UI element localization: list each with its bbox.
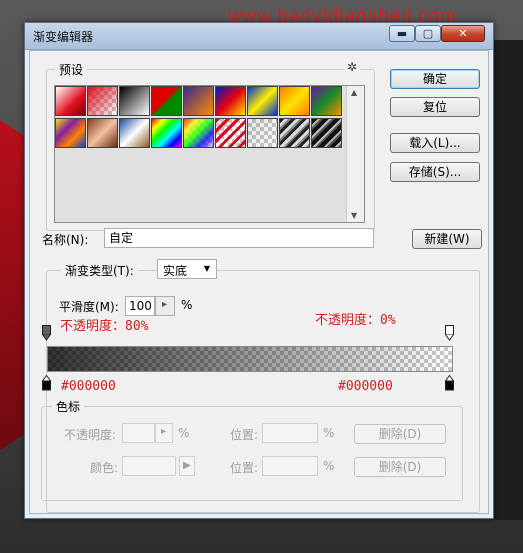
stop-location-unit-2: % [323,459,335,473]
maximize-button[interactable]: ▢ [415,25,441,42]
color-stops-title: 色标 [52,398,85,415]
preset-swatch-fill [216,119,245,147]
preset-swatch-chrome[interactable] [119,118,150,148]
preset-swatch-blue-yellow-blue[interactable] [247,86,278,116]
delete-stop-button-2[interactable]: 删除(D) [354,457,446,477]
arrow-right-icon: ▸ [162,299,168,310]
preset-swatch-yellow-violet-orange-blue[interactable] [55,118,86,148]
background-panel-edge [493,40,523,520]
preset-swatch-fill [184,119,213,147]
preset-swatch-orange-yellow-orange[interactable] [279,86,310,116]
ok-button[interactable]: 确定 [390,69,480,89]
presets-list: ▲ ▼ [54,85,365,223]
annotation-left-color: #000000 [61,379,116,394]
delete-stop-button-1[interactable]: 删除(D) [354,424,446,444]
preset-swatch-fill [312,87,341,115]
preset-swatch-fill [280,119,309,147]
gradient-preview-bar[interactable] [47,346,453,372]
smoothness-unit: % [181,298,193,312]
name-label: 名称(N): [42,233,89,247]
stop-location-label-1: 位置: [230,428,259,442]
stop-opacity-unit: % [178,426,190,440]
preset-swatch-fill [88,119,117,147]
stop-location-input-1[interactable] [262,423,318,443]
new-button[interactable]: 新建(W) [412,229,482,249]
stop-location-label-2: 位置: [230,461,259,475]
preset-swatch-blue-red-yellow[interactable] [215,86,246,116]
load-button[interactable]: 载入(L)... [390,133,480,153]
preset-swatch-fill [120,87,149,115]
annotation-right-color: #000000 [338,379,393,394]
gradient-type-label: 渐变类型(T): [61,262,138,279]
stop-opacity-arrow-button[interactable]: ▸ [155,423,173,443]
gradient-settings-group: 渐变类型(T): 实底 ▼ 平滑度(M): 100 ▸ % 不透明度：80% 不… [41,259,480,513]
annotation-left-opacity: 不透明度：80% [60,319,149,334]
gradient-editor-dialog: 渐变编辑器 ▬ ▢ ✕ 预设 ✲ ▲ ▼ 确定 复位 载入(L)... 存储(S… [24,22,494,519]
preset-swatch-fill [152,119,181,147]
chevron-down-icon: ▼ [203,264,210,273]
stop-opacity-label: 不透明度: [64,428,117,442]
close-button[interactable]: ✕ [441,25,485,42]
preset-swatch-transparent-rainbow[interactable] [183,118,214,148]
preset-swatch-silver-stripes[interactable] [279,118,310,148]
preset-swatch-fill [184,87,213,115]
preset-swatch-black-stripes[interactable] [311,118,342,148]
reset-button[interactable]: 复位 [390,97,480,117]
preset-swatch-spectrum[interactable] [151,118,182,148]
stop-location-unit-1: % [323,426,335,440]
title-bar[interactable]: 渐变编辑器 ▬ ▢ ✕ [25,23,493,50]
minimize-button[interactable]: ▬ [389,25,415,42]
color-stop-left[interactable] [42,374,51,391]
preset-swatch-fill [56,87,85,115]
stop-color-label: 颜色: [90,461,119,475]
scroll-down-icon[interactable]: ▼ [351,211,357,220]
preset-swatch-fill [248,87,277,115]
gradient-type-select[interactable]: 实底 ▼ [157,259,217,279]
dialog-client-area: 预设 ✲ ▲ ▼ 确定 复位 载入(L)... 存储(S)... 名称(N): … [29,50,489,514]
presets-scrollbar[interactable]: ▲ ▼ [346,86,364,222]
arrow-right-icon: ▶ [183,460,191,471]
window-title: 渐变编辑器 [33,30,94,44]
preset-swatch-red-transparent[interactable] [87,86,118,116]
save-button[interactable]: 存储(S)... [390,162,480,182]
preset-swatch-transparent-checker[interactable] [247,118,278,148]
preset-swatch-black-white[interactable] [119,86,150,116]
color-stops-group: 色标 不透明度: ▸ % 位置: % 删除(D) 颜色: ▶ 位置: % 删除(… [41,398,463,501]
scroll-up-icon[interactable]: ▲ [351,88,357,97]
opacity-stop-left[interactable] [42,325,51,341]
preset-swatch-fill [88,87,117,115]
preset-swatch-fill [120,119,149,147]
preset-swatch-transparent-stripes[interactable] [215,118,246,148]
preset-swatch-fill [280,87,309,115]
gradient-fill [48,347,452,371]
stop-location-input-2[interactable] [262,456,318,476]
preset-swatch-fill [56,119,85,147]
preset-swatch-fill [152,87,181,115]
annotation-right-opacity: 不透明度：0% [315,313,396,328]
presets-title: 预设 [55,61,88,78]
arrow-right-icon: ▸ [161,426,167,437]
smoothness-input[interactable]: 100 [125,296,155,316]
gradient-type-value: 实底 [163,264,188,278]
opacity-stop-right[interactable] [445,325,454,341]
stop-opacity-input[interactable] [122,423,155,443]
preset-swatch-white-red[interactable] [55,86,86,116]
stop-color-arrow-button[interactable]: ▶ [179,456,195,476]
smoothness-arrow-button[interactable]: ▸ [155,296,175,316]
name-input[interactable]: 自定 [104,228,374,248]
stop-color-swatch[interactable] [122,456,176,476]
presets-swatch-grid [55,86,345,156]
smoothness-label: 平滑度(M): [59,300,119,314]
preset-swatch-violet-orange[interactable] [183,86,214,116]
preset-swatch-violet-green-orange[interactable] [311,86,342,116]
preset-swatch-copper[interactable] [87,118,118,148]
color-stop-right[interactable] [445,374,454,391]
preset-swatch-fill [248,119,277,147]
preset-swatch-red-green[interactable] [151,86,182,116]
gear-icon[interactable]: ✲ [343,60,360,74]
presets-group: 预设 ✲ ▲ ▼ [46,60,375,231]
preset-swatch-fill [312,119,341,147]
preset-swatch-fill [216,87,245,115]
